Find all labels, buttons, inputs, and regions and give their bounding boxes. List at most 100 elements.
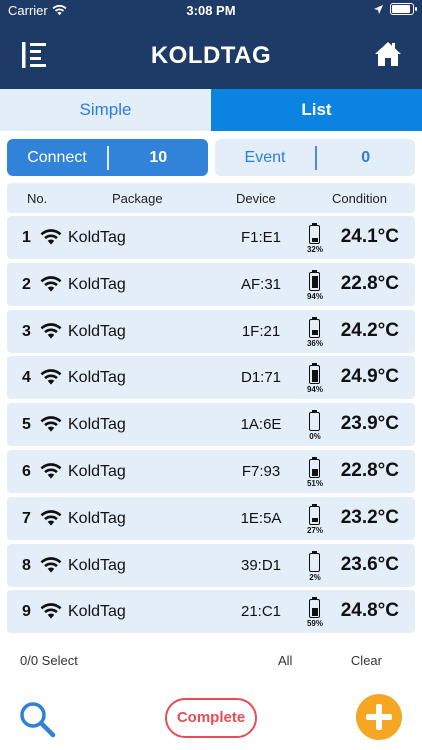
- table-row[interactable]: 9 KoldTag 21:C1 59% 24.8°C: [7, 590, 415, 634]
- table-row[interactable]: 2 KoldTag AF:31 94% 22.8°C: [7, 262, 415, 306]
- battery-percent: 0%: [309, 432, 321, 442]
- tab-list[interactable]: List: [211, 89, 422, 131]
- view-tabs: Simple List: [0, 89, 422, 131]
- col-device: Device: [236, 191, 276, 206]
- device-id: 1A:6E: [240, 416, 282, 434]
- row-number: 6: [22, 463, 31, 480]
- location-arrow-icon: [373, 4, 384, 14]
- home-icon[interactable]: [374, 40, 402, 68]
- col-condition: Condition: [332, 191, 387, 206]
- battery-percent: 94%: [306, 291, 323, 301]
- divider: [315, 145, 317, 170]
- select-all-button[interactable]: All: [278, 653, 292, 668]
- battery-icon: 27%: [303, 503, 327, 536]
- package-name: KoldTag: [68, 322, 126, 340]
- col-no: No.: [27, 191, 48, 206]
- battery-icon: 59%: [303, 597, 327, 629]
- status-time: 3:08 PM: [186, 3, 236, 18]
- search-icon[interactable]: [18, 700, 56, 738]
- clear-button[interactable]: Clear: [351, 653, 382, 668]
- device-list: 1 KoldTag F1:E1 32% 24.1°C 2 KoldTag AF:31 94% 22…: [7, 216, 415, 637]
- package-name: KoldTag: [68, 229, 126, 246]
- battery-icon: 2%: [303, 550, 327, 583]
- battery-percent: 51%: [306, 479, 323, 488]
- row-number: 1: [22, 229, 31, 246]
- device-id: 39:D1: [240, 556, 282, 574]
- connect-label: Connect: [27, 148, 87, 166]
- battery-icon: 94%: [303, 363, 327, 395]
- temperature: 24.8°C: [340, 600, 399, 622]
- device-id: 21:C1: [240, 603, 282, 621]
- package-name: KoldTag: [68, 275, 126, 293]
- table-row[interactable]: 3 KoldTag 1F:21 36% 24.2°C: [7, 309, 415, 353]
- event-value: 0: [361, 148, 371, 166]
- package-name: KoldTag: [68, 463, 126, 480]
- temperature: 22.8°C: [340, 272, 399, 294]
- tab-simple[interactable]: Simple: [0, 89, 211, 131]
- nav-bar: KOLDTAG: [0, 22, 422, 89]
- event-counter[interactable]: Event 0: [215, 139, 415, 176]
- battery-percent: 59%: [306, 619, 323, 629]
- package-name: KoldTag: [68, 603, 126, 621]
- table-row[interactable]: 5 KoldTag 1A:6E 0% 23.9°C: [7, 403, 415, 447]
- battery-icon: 94%: [303, 269, 327, 302]
- row-number: 9: [22, 603, 31, 621]
- package-name: KoldTag: [68, 509, 126, 527]
- table-row[interactable]: 4 KoldTag D1:71 94% 24.9°C: [7, 356, 415, 400]
- battery-icon: 0%: [303, 410, 327, 442]
- row-number: 5: [22, 416, 31, 434]
- table-row[interactable]: 6 KoldTag F7:93 51% 22.8°C: [7, 450, 415, 493]
- wifi-icon: [40, 463, 62, 479]
- select-count: 0/0 Select: [20, 653, 78, 668]
- device-id: F1:E1: [240, 229, 282, 246]
- battery-percent: 2%: [309, 572, 321, 582]
- device-id: 1E:5A: [240, 509, 282, 527]
- table-header: No. Package Device Condition: [7, 183, 415, 213]
- wifi-icon: [40, 275, 62, 292]
- device-id: D1:71: [240, 369, 282, 387]
- app-header: Carrier 3:08 PM KOLDTAG: [0, 0, 422, 89]
- row-number: 8: [22, 556, 31, 574]
- row-number: 2: [22, 275, 31, 293]
- temperature: 23.6°C: [340, 553, 399, 575]
- status-right: [373, 3, 417, 15]
- add-icon[interactable]: [356, 694, 402, 740]
- table-row[interactable]: 7 KoldTag 1E:5A 27% 23.2°C: [7, 496, 415, 540]
- table-row[interactable]: 8 KoldTag 39:D1 2% 23.6°C: [7, 543, 415, 587]
- wifi-icon: [40, 322, 62, 339]
- wifi-icon: [40, 369, 62, 386]
- battery-icon: 51%: [303, 457, 327, 489]
- battery-percent: 32%: [306, 245, 323, 254]
- temperature: 22.8°C: [340, 460, 399, 481]
- battery-status-icon: [390, 3, 417, 15]
- temperature: 24.9°C: [340, 366, 399, 388]
- temperature: 23.2°C: [340, 506, 399, 528]
- connect-counter[interactable]: Connect 10: [7, 139, 208, 176]
- row-number: 3: [22, 322, 31, 340]
- device-id: AF:31: [240, 275, 282, 293]
- wifi-icon: [40, 556, 62, 573]
- device-id: F7:93: [241, 463, 281, 480]
- battery-percent: 36%: [306, 338, 323, 348]
- temperature: 24.1°C: [340, 226, 399, 247]
- battery-percent: 94%: [306, 385, 323, 395]
- battery-percent: 27%: [306, 525, 323, 535]
- wifi-icon: [40, 229, 62, 245]
- battery-icon: 36%: [303, 316, 327, 349]
- connect-value: 10: [149, 148, 168, 166]
- complete-button[interactable]: Complete: [165, 698, 257, 738]
- table-row[interactable]: 1 KoldTag F1:E1 32% 24.1°C: [7, 216, 415, 259]
- package-name: KoldTag: [68, 369, 126, 387]
- divider: [107, 145, 109, 170]
- event-label: Event: [244, 148, 286, 166]
- wifi-icon: [40, 416, 62, 432]
- package-name: KoldTag: [68, 556, 126, 574]
- selection-bar: 0/0 Select All Clear: [0, 653, 422, 671]
- row-number: 7: [22, 509, 31, 527]
- device-id: 1F:21: [241, 322, 281, 340]
- package-name: KoldTag: [68, 416, 126, 434]
- temperature: 24.2°C: [340, 319, 399, 341]
- wifi-icon: [40, 603, 62, 620]
- row-number: 4: [22, 369, 31, 387]
- status-bar: Carrier 3:08 PM: [0, 0, 422, 22]
